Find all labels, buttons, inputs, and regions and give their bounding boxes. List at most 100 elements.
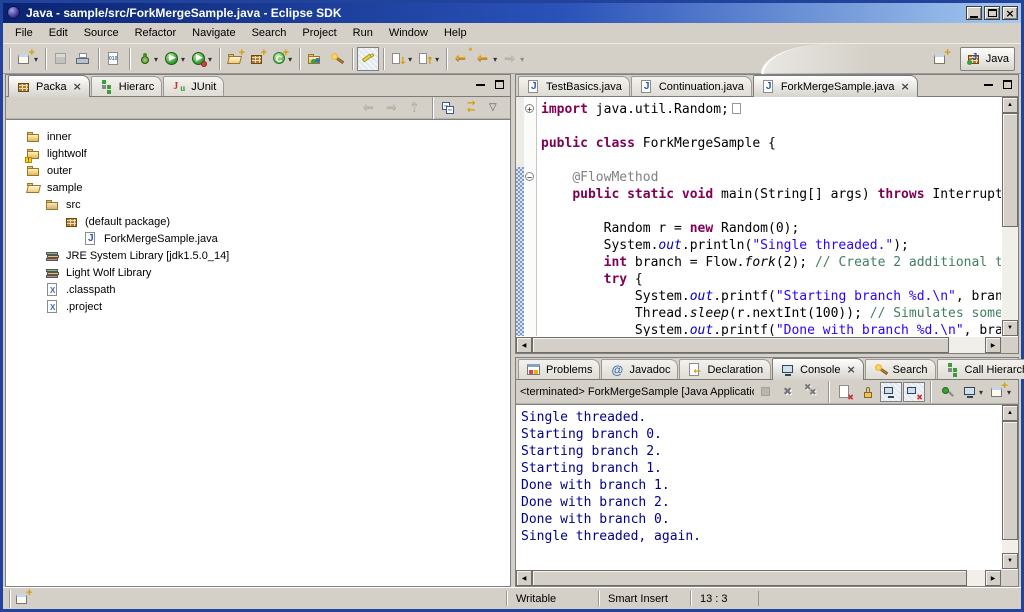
maximize-view-button[interactable]: [999, 77, 1015, 91]
view-tab-javadoc[interactable]: @Javadoc: [601, 359, 678, 379]
tree-item-classpath[interactable]: X.classpath: [6, 281, 510, 298]
scroll-thumb[interactable]: [1002, 113, 1018, 227]
dropdown-arrow-icon[interactable]: [493, 53, 497, 65]
folding-ruler[interactable]: [524, 97, 537, 336]
run-button[interactable]: ▶: [161, 47, 188, 71]
editor-vertical-scrollbar[interactable]: [1001, 97, 1018, 336]
java-perspective-button[interactable]: J Java: [960, 47, 1015, 71]
clear-console-button[interactable]: [834, 382, 856, 402]
minimize-view-button[interactable]: [980, 77, 996, 91]
editor-tab-testbasics-java[interactable]: JTestBasics.java: [518, 76, 630, 96]
close-window-button[interactable]: ×: [1002, 6, 1018, 20]
nav-up-button[interactable]: ↑: [405, 98, 427, 118]
scroll-right-button[interactable]: [985, 570, 1001, 586]
view-menu-button[interactable]: [484, 98, 506, 118]
search-torch-button[interactable]: [326, 47, 348, 71]
show-stdout-button[interactable]: [880, 382, 902, 402]
package-explorer-tree[interactable]: inner!lightwolfoutersamplesrc(default pa…: [6, 119, 510, 586]
scroll-up-button[interactable]: [1002, 97, 1018, 113]
collapse-fold-icon[interactable]: [525, 172, 534, 181]
menu-navigate[interactable]: Navigate: [184, 24, 243, 42]
fast-view-button[interactable]: +: [9, 590, 31, 608]
link-editor-button[interactable]: →←: [461, 98, 483, 118]
tree-item-lightwolf[interactable]: !lightwolf: [6, 145, 510, 162]
expand-fold-icon[interactable]: [525, 104, 534, 113]
scroll-left-button[interactable]: [516, 337, 532, 353]
mark-occurrences-button[interactable]: [357, 47, 379, 71]
tree-item-inner[interactable]: inner: [6, 128, 510, 145]
menu-source[interactable]: Source: [76, 24, 127, 42]
next-annotation-button[interactable]: ↓: [388, 47, 415, 71]
collapse-all-button[interactable]: [438, 98, 460, 118]
dropdown-arrow-icon[interactable]: [154, 53, 158, 65]
view-tab-hierarc[interactable]: Hierarc: [91, 76, 162, 96]
menu-refactor[interactable]: Refactor: [127, 24, 185, 42]
tree-item-src[interactable]: src: [6, 196, 510, 213]
scroll-thumb[interactable]: [532, 337, 949, 353]
code-editor[interactable]: import java.util.Random;public class For…: [537, 97, 1001, 336]
tree-item-outer[interactable]: outer: [6, 162, 510, 179]
view-tab-search[interactable]: Search: [865, 359, 936, 379]
menu-help[interactable]: Help: [436, 24, 475, 42]
tree-item-default-package[interactable]: (default package): [6, 213, 510, 230]
new-package-button[interactable]: +: [246, 47, 268, 71]
view-tab-problems[interactable]: Problems: [518, 359, 600, 379]
dropdown-arrow-icon[interactable]: [208, 53, 212, 65]
tree-item-sample[interactable]: sample: [6, 179, 510, 196]
menu-file[interactable]: File: [7, 24, 41, 42]
minimize-view-button[interactable]: [472, 77, 488, 91]
view-tab-call-hierarchy[interactable]: Call Hierarchy: [937, 359, 1024, 379]
scroll-right-button[interactable]: [985, 337, 1001, 353]
view-tab-junit[interactable]: JuJUnit: [163, 76, 224, 96]
editor-horizontal-scrollbar[interactable]: [516, 336, 1018, 353]
new-class-button[interactable]: C+: [268, 47, 295, 71]
tree-item-jre-system-library-jdk1-5-0-14[interactable]: JRE System Library [jdk1.5.0_14]: [6, 247, 510, 264]
binary-010-button[interactable]: 010: [103, 47, 125, 71]
annotation-ruler[interactable]: [516, 97, 524, 336]
menu-project[interactable]: Project: [294, 24, 344, 42]
dropdown-arrow-icon[interactable]: [520, 53, 524, 65]
view-tab-packa[interactable]: Packa: [8, 75, 90, 97]
open-console-button[interactable]: +: [987, 382, 1014, 402]
scroll-track[interactable]: [1002, 421, 1018, 553]
view-tab-console[interactable]: Console: [772, 358, 864, 380]
prev-annotation-button[interactable]: ↑: [415, 47, 442, 71]
tree-item-project[interactable]: X.project: [6, 298, 510, 315]
maximize-view-button[interactable]: [491, 77, 507, 91]
display-console-button[interactable]: [959, 382, 986, 402]
forward-button[interactable]: →: [500, 47, 527, 71]
console-vertical-scrollbar[interactable]: [1001, 405, 1018, 569]
save-button[interactable]: [50, 47, 72, 71]
dropdown-arrow-icon[interactable]: [181, 53, 185, 65]
close-tab-icon[interactable]: [846, 363, 855, 376]
tree-item-light-wolf-library[interactable]: Light Wolf Library: [6, 264, 510, 281]
scroll-track[interactable]: [532, 337, 985, 353]
dropdown-arrow-icon[interactable]: [408, 53, 412, 65]
console-horizontal-scrollbar[interactable]: [516, 569, 1018, 586]
dropdown-arrow-icon[interactable]: [435, 53, 439, 65]
scroll-left-button[interactable]: [516, 570, 532, 586]
nav-forward-button[interactable]: →: [382, 98, 404, 118]
menu-run[interactable]: Run: [345, 24, 381, 42]
tree-item-forkmergesample-java[interactable]: JForkMergeSample.java: [6, 230, 510, 247]
remove-all-terminated-button[interactable]: [801, 382, 823, 402]
scroll-lock-button[interactable]: [857, 382, 879, 402]
scroll-thumb[interactable]: [1002, 421, 1018, 540]
new-java-project-button[interactable]: +: [224, 47, 246, 71]
scroll-thumb[interactable]: [532, 570, 967, 586]
last-edit-location-button[interactable]: ←*: [451, 47, 473, 71]
profile-button[interactable]: ▶: [188, 47, 215, 71]
remove-launch-button[interactable]: [778, 382, 800, 402]
new-wizard-button[interactable]: +: [14, 47, 41, 71]
menu-search[interactable]: Search: [244, 24, 295, 42]
maximize-window-button[interactable]: [984, 6, 1000, 20]
back-button[interactable]: ←: [473, 47, 500, 71]
open-type-button[interactable]: [304, 47, 326, 71]
scroll-down-button[interactable]: [1002, 553, 1018, 569]
pin-console-button[interactable]: [936, 382, 958, 402]
scroll-track[interactable]: [532, 570, 985, 586]
terminate-button[interactable]: [755, 382, 777, 402]
print-button[interactable]: [72, 47, 94, 71]
editor-tab-forkmergesample-java[interactable]: JForkMergeSample.java: [753, 75, 918, 97]
close-tab-icon[interactable]: [73, 80, 82, 93]
